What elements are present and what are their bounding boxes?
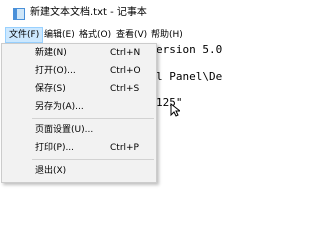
menu-item-label: 退出(X) <box>35 166 67 176</box>
menu-item-print[interactable]: 打印(P)... Ctrl+P <box>2 139 156 157</box>
menu-item-shortcut: Ctrl+S <box>110 84 140 94</box>
menu-bar: 文件(F) 编辑(E) 格式(O) 查看(V) 帮助(H) <box>0 27 269 43</box>
menu-item-label: 另存为(A)... <box>35 102 84 112</box>
menu-item-new[interactable]: 新建(N) Ctrl+N <box>2 44 156 62</box>
window-title: 新建文本文档.txt - 记事本 <box>30 7 147 18</box>
menu-item-shortcut: Ctrl+P <box>110 143 139 153</box>
menu-view[interactable]: 查看(V) <box>113 27 150 43</box>
menu-item-label: 新建(N) <box>35 48 67 58</box>
mouse-pointer-icon <box>170 103 180 117</box>
title-bar: 新建文本文档.txt - 记事本 <box>0 0 269 26</box>
menu-item-save[interactable]: 保存(S) Ctrl+S <box>2 80 156 98</box>
notepad-icon <box>13 8 25 20</box>
menu-item-save-as[interactable]: 另存为(A)... <box>2 98 156 116</box>
file-menu-dropdown: 新建(N) Ctrl+N 打开(O)... Ctrl+O 保存(S) Ctrl+… <box>1 43 157 183</box>
menu-item-open[interactable]: 打开(O)... Ctrl+O <box>2 62 156 80</box>
menu-item-label: 保存(S) <box>35 84 66 94</box>
menu-separator <box>32 159 154 160</box>
menu-separator <box>32 118 154 119</box>
editor-line: l Panel\De <box>156 70 223 83</box>
menu-item-page-setup[interactable]: 页面设置(U)... <box>2 121 156 139</box>
editor-line: ersion 5.0 <box>156 43 223 56</box>
menu-help[interactable]: 帮助(H) <box>148 27 186 43</box>
menu-item-label: 打印(P)... <box>35 143 75 153</box>
menu-item-exit[interactable]: 退出(X) <box>2 162 156 180</box>
menu-file[interactable]: 文件(F) <box>5 27 44 43</box>
menu-item-shortcut: Ctrl+N <box>110 48 141 58</box>
menu-item-label: 页面设置(U)... <box>35 125 94 135</box>
menu-item-shortcut: Ctrl+O <box>110 66 141 76</box>
menu-edit[interactable]: 编辑(E) <box>41 27 78 43</box>
menu-item-label: 打开(O)... <box>35 66 76 76</box>
menu-format[interactable]: 格式(O) <box>76 27 114 43</box>
